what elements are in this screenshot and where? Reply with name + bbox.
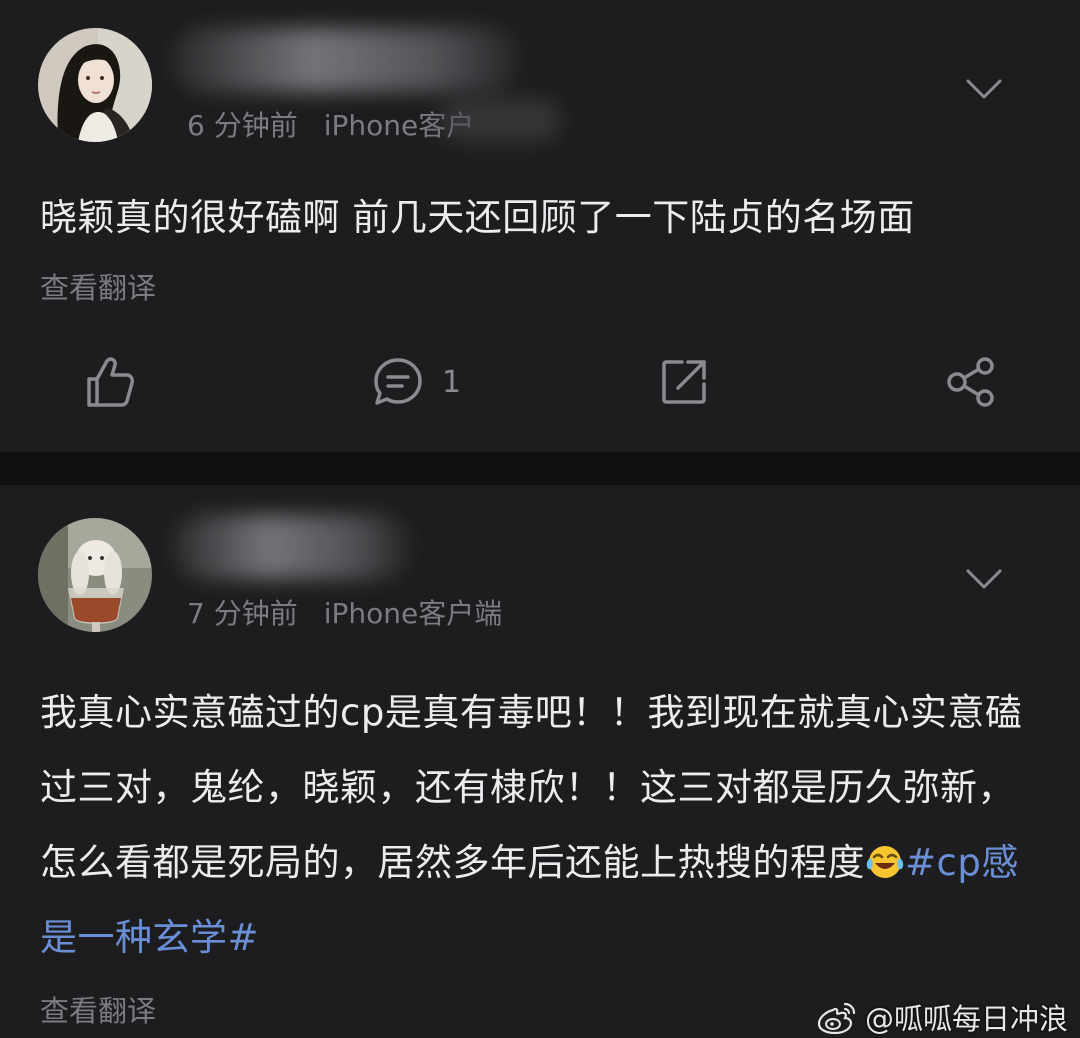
username-blurred[interactable]: [172, 28, 522, 92]
post-card[interactable]: 7 分钟前 iPhone客户端 我真心实意磕过的cp是真有毒吧！！我到现在就真心实…: [0, 485, 1080, 1038]
share-icon: [947, 357, 994, 407]
post-separator: [0, 452, 1080, 485]
repost-icon: [662, 360, 706, 404]
user-avatar[interactable]: [38, 28, 152, 142]
post-text: 晓颖真的很好磕啊 前几天还回顾了一下陆贞的名场面: [40, 196, 915, 239]
laughing-crying-emoji: [866, 846, 904, 878]
post-client: iPhone客户端: [323, 597, 503, 630]
comment-count: 1: [442, 364, 462, 400]
thumbs-up-icon: [87, 357, 134, 407]
weibo-logo-icon: [817, 1002, 856, 1034]
meta-blur: [440, 98, 560, 142]
share-button[interactable]: [945, 352, 997, 412]
username-blurred[interactable]: [172, 515, 412, 579]
chevron-down-icon[interactable]: [964, 565, 1004, 595]
chevron-down-icon[interactable]: [964, 75, 1004, 105]
user-avatar[interactable]: [38, 518, 152, 632]
like-button[interactable]: [85, 352, 135, 412]
repost-button[interactable]: [660, 352, 708, 412]
post-meta: 7 分钟前 iPhone客户端: [187, 592, 502, 632]
post-time: 6 分钟前: [187, 109, 298, 142]
watermark-text: @呱呱每日冲浪: [864, 1002, 1068, 1036]
post-text: 我真心实意磕过的cp是真有毒吧！！我到现在就真心实意磕过三对，鬼纶，晓颖，还有棣…: [40, 675, 1040, 975]
post-time: 7 分钟前: [187, 597, 298, 630]
comment-icon: [374, 358, 422, 405]
post-meta: 6 分钟前 iPhone客户: [187, 104, 474, 144]
watermark: @呱呱每日冲浪: [817, 996, 1068, 1038]
comment-button[interactable]: 1: [372, 352, 461, 412]
post-card[interactable]: 6 分钟前 iPhone客户 晓颖真的很好磕啊 前几天还回顾了一下陆贞的名场面 查…: [0, 0, 1080, 452]
translate-link[interactable]: 查看翻译: [40, 988, 156, 1030]
translate-link[interactable]: 查看翻译: [40, 265, 156, 307]
